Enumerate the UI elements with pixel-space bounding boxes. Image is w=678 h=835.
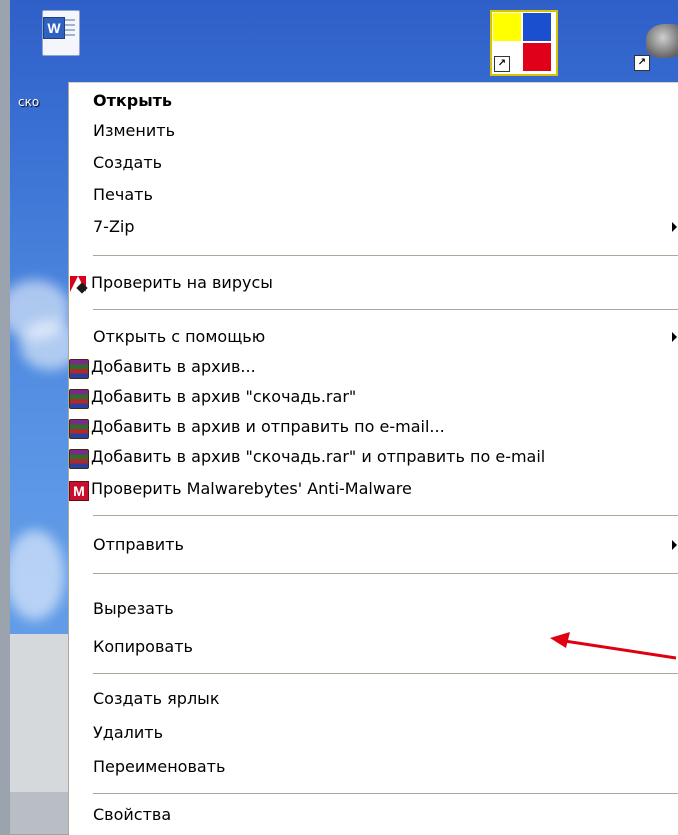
red-annotation-arrow-icon [550, 632, 677, 660]
menu-item-label: Проверить Malwarebytes' Anti-Malware [91, 479, 412, 498]
menu-separator [93, 793, 678, 794]
menu-item-label: Открыть с помощью [93, 327, 266, 346]
word-document-icon[interactable]: W [42, 10, 80, 56]
winrar-icon [69, 449, 89, 469]
submenu-arrow-icon [672, 222, 677, 232]
menu-item-label: Отправить [93, 535, 184, 554]
cloud [10, 530, 65, 620]
menu-item-archive-and-email[interactable]: Добавить в архив и отправить по e-mail..… [69, 413, 678, 441]
menu-item-scan-viruses[interactable]: Проверить на вирусы [69, 269, 678, 297]
menu-item-cut[interactable]: Вырезать [69, 595, 678, 623]
submenu-arrow-icon [672, 540, 677, 550]
menu-item-rar-and-email[interactable]: Добавить в архив "скочадь.rar" и отправи… [69, 443, 678, 471]
menu-item-label: Добавить в архив "скочадь.rar" [91, 387, 357, 406]
menu-separator [93, 673, 678, 674]
winrar-icon [69, 389, 89, 409]
menu-item-rename[interactable]: Переименовать [69, 753, 678, 781]
menu-item-send-to[interactable]: Отправить [69, 531, 678, 559]
menu-separator [93, 515, 678, 516]
menu-item-label: 7-Zip [93, 217, 135, 236]
menu-item-label: Удалить [93, 723, 163, 742]
menu-item-label: Открыть [93, 91, 173, 110]
menu-item-label: Печать [93, 185, 153, 204]
winrar-icon [69, 359, 89, 379]
menu-item-properties[interactable]: Свойства [69, 801, 678, 829]
globe-icon[interactable] [646, 24, 678, 58]
menu-separator [93, 573, 678, 574]
malwarebytes-icon: M [69, 481, 89, 501]
menu-item-delete[interactable]: Удалить [69, 719, 678, 747]
winrar-icon [69, 419, 89, 439]
kaspersky-icon [69, 275, 87, 293]
menu-item-label: Создать [93, 153, 163, 172]
shortcut-arrow-icon: ↗ [494, 56, 510, 72]
menu-item-open[interactable]: Открыть [69, 87, 678, 115]
menu-item-label: Добавить в архив... [91, 357, 256, 376]
context-menu: Открыть Изменить Создать Печать 7-Zip Пр… [68, 82, 678, 835]
menu-item-label: Свойства [93, 805, 172, 824]
submenu-arrow-icon [672, 332, 677, 342]
menu-item-print[interactable]: Печать [69, 181, 678, 209]
menu-item-add-to-archive[interactable]: Добавить в архив... [69, 353, 678, 381]
menu-item-label: Добавить в архив "скочадь.rar" и отправи… [91, 447, 546, 466]
shortcut-tile-icon[interactable]: ↗ [490, 10, 558, 76]
menu-separator [93, 255, 678, 256]
menu-item-7zip[interactable]: 7-Zip [69, 213, 678, 241]
menu-item-edit[interactable]: Изменить [69, 117, 678, 145]
menu-separator [93, 309, 678, 310]
menu-item-label: Изменить [93, 121, 175, 140]
word-w-icon: W [43, 17, 65, 39]
shortcut-arrow-icon: ↗ [634, 55, 650, 71]
menu-item-new[interactable]: Создать [69, 149, 678, 177]
menu-item-malwarebytes[interactable]: M Проверить Malwarebytes' Anti-Malware [69, 475, 678, 503]
file-label: ско [18, 95, 40, 109]
menu-item-label: Копировать [93, 637, 193, 656]
menu-item-label: Проверить на вирусы [91, 273, 273, 292]
menu-item-label: Создать ярлык [93, 689, 220, 708]
menu-item-label: Добавить в архив и отправить по e-mail..… [91, 417, 445, 436]
menu-item-label: Вырезать [93, 599, 174, 618]
menu-item-open-with[interactable]: Открыть с помощью [69, 323, 678, 351]
menu-item-create-shortcut[interactable]: Создать ярлык [69, 685, 678, 713]
menu-item-label: Переименовать [93, 757, 226, 776]
menu-item-add-to-rar[interactable]: Добавить в архив "скочадь.rar" [69, 383, 678, 411]
